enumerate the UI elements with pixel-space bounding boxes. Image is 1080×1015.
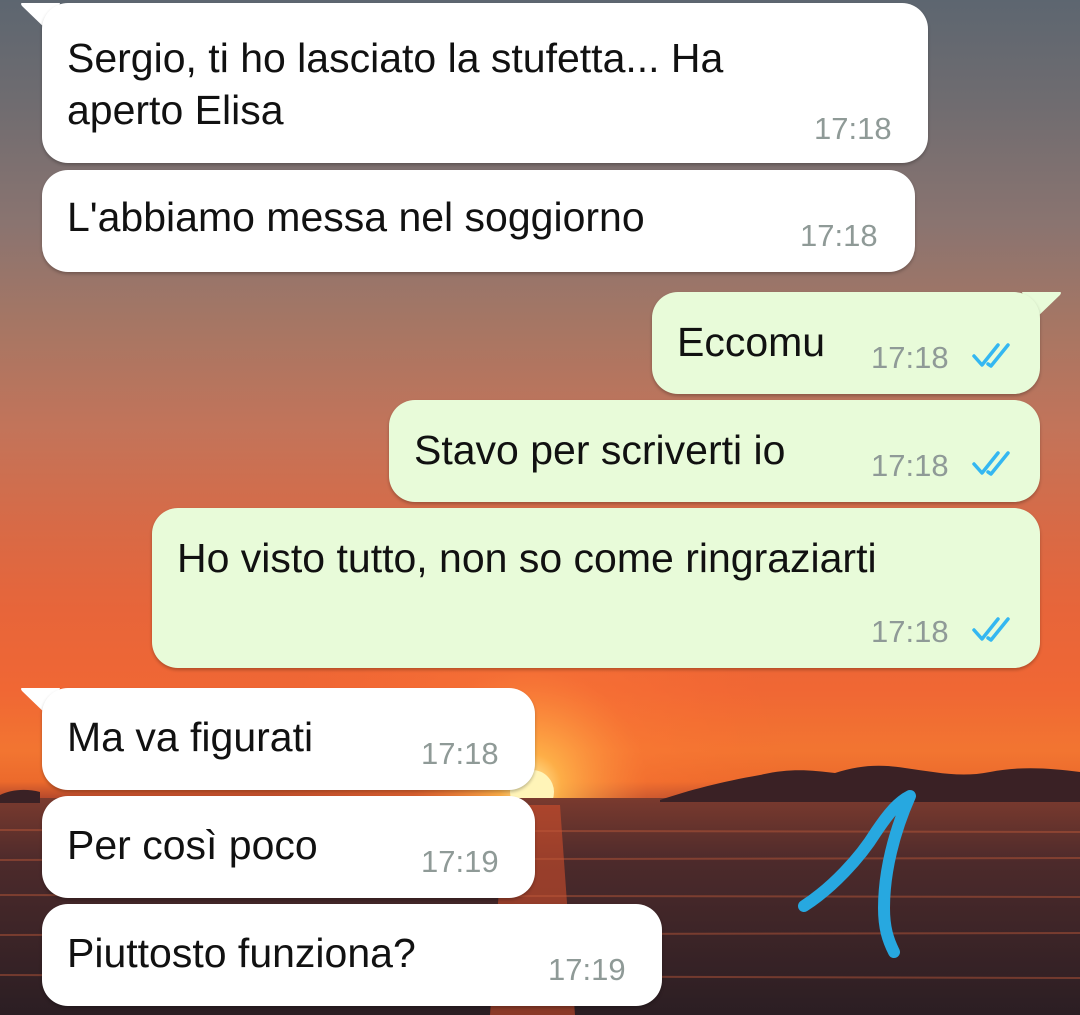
message-time: 17:18	[871, 340, 949, 375]
message-time: 17:19	[421, 844, 499, 879]
message-text: Ma va figurati	[67, 714, 314, 760]
message-bubble-incoming[interactable]: Per così poco 17:19	[42, 796, 535, 898]
message-time: 17:18	[871, 614, 949, 649]
message-text: Ho visto tutto, non so come ringraziarti	[177, 535, 877, 581]
message-text: Stavo per scriverti io	[414, 427, 786, 473]
message-bubble-incoming[interactable]: Ma va figurati 17:18	[42, 688, 535, 790]
message-time: 17:18	[800, 218, 878, 253]
message-time: 17:18	[421, 736, 499, 771]
message-bubble-outgoing[interactable]: Eccomu 17:18	[652, 292, 1040, 394]
double-check-icon	[972, 451, 1010, 476]
message-bubble-outgoing[interactable]: Stavo per scriverti io 17:18	[389, 400, 1040, 502]
message-bubble-incoming[interactable]: Piuttosto funziona? 17:19	[42, 904, 662, 1006]
message-text: Piuttosto funziona?	[67, 930, 416, 976]
message-time: 17:19	[548, 952, 626, 987]
message-bubble-outgoing[interactable]: Ho visto tutto, non so come ringraziarti…	[152, 508, 1040, 668]
message-time: 17:18	[814, 111, 892, 146]
message-text: Per così poco	[67, 822, 318, 868]
hand-drawn-number-one	[798, 790, 916, 958]
message-text: Sergio, ti ho lasciato la stufetta... Ha	[67, 35, 724, 81]
message-text: aperto Elisa	[67, 87, 284, 133]
message-text: L'abbiamo messa nel soggiorno	[67, 194, 645, 240]
double-check-icon	[972, 617, 1010, 642]
message-text: Eccomu	[677, 319, 826, 365]
message-bubble-incoming[interactable]: L'abbiamo messa nel soggiorno 17:18	[42, 170, 915, 272]
double-check-icon	[972, 343, 1010, 368]
message-time: 17:18	[871, 448, 949, 483]
message-bubble-incoming[interactable]: Sergio, ti ho lasciato la stufetta... Ha…	[42, 3, 928, 163]
